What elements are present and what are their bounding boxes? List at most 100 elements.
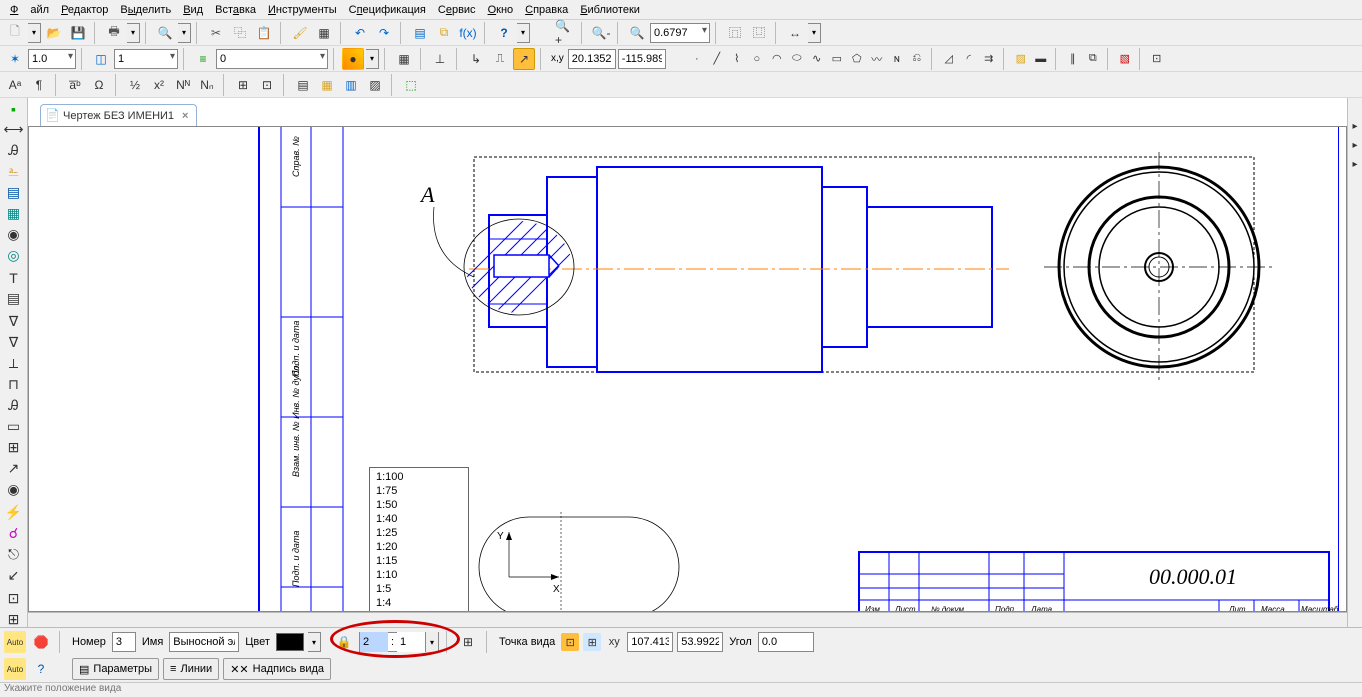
scale-lock-icon[interactable]: 🔒 [333, 631, 355, 653]
geom-aux-icon[interactable]: ⊡ [1148, 50, 1166, 68]
color-swatch-dropdown[interactable]: ▾ [308, 632, 321, 652]
sup-icon[interactable]: x² [148, 74, 170, 96]
lt-b2-icon[interactable]: ☌ [3, 524, 25, 543]
close-tab-icon[interactable]: × [182, 110, 188, 122]
open-icon[interactable]: 📂 [43, 22, 65, 44]
help-dropdown[interactable]: ▾ [517, 23, 530, 43]
geom-rect-icon[interactable]: ▭ [828, 50, 846, 68]
geom-polyline-icon[interactable]: ⌇ [728, 50, 746, 68]
new-dropdown[interactable]: ▾ [28, 23, 41, 43]
geom-equi-icon[interactable]: ∥ [1064, 50, 1082, 68]
lt-geom-icon[interactable]: ▪ [3, 100, 25, 118]
lt-v3-icon[interactable]: ⟂ [3, 354, 25, 373]
new-icon[interactable]: 🗋 [4, 22, 26, 44]
tab-parameters[interactable]: ▤ Параметры [72, 658, 159, 680]
zoom-tool-2-icon[interactable]: ⿶ [748, 22, 770, 44]
ortho-icon[interactable]: ⊥ [429, 48, 451, 70]
insert-1-icon[interactable]: ⊞ [232, 74, 254, 96]
scale-option[interactable]: 1:40 [370, 512, 468, 526]
menu-insert[interactable]: Вставка [209, 2, 262, 18]
geom-offset-icon[interactable]: ⇉ [980, 50, 998, 68]
scale-option[interactable]: 1:4 [370, 596, 468, 610]
lt-measure-icon[interactable]: ◉ [3, 225, 25, 244]
geom-arc-icon[interactable]: ◠ [768, 50, 786, 68]
menu-spec[interactable]: Спецификация [343, 2, 432, 18]
tv-mode2-icon[interactable]: ⊞ [583, 633, 601, 651]
redo-icon[interactable]: ↷ [373, 22, 395, 44]
properties-icon[interactable]: ▦ [313, 22, 335, 44]
geom-collect-icon[interactable]: ⧉ [1084, 50, 1102, 68]
insert-2-icon[interactable]: ⊡ [256, 74, 278, 96]
lt-text-icon[interactable]: ⎁ [3, 162, 25, 181]
geom-spline-icon[interactable]: ∿ [808, 50, 826, 68]
rd-1-icon[interactable]: ▸ [1349, 118, 1362, 134]
geom-fillet-icon[interactable]: ◜ [960, 50, 978, 68]
super-n-icon[interactable]: Nᴺ [172, 74, 194, 96]
ugol-field[interactable] [758, 632, 814, 652]
manager-icon[interactable]: ▤ [409, 22, 431, 44]
geom-ellipse-icon[interactable]: ⬭ [788, 50, 806, 68]
zoom-combo[interactable]: 0.6797 [650, 23, 710, 43]
scale-option[interactable]: 1:10 [370, 568, 468, 582]
spec5-icon[interactable]: ⬚ [400, 74, 422, 96]
imya-field[interactable] [169, 632, 239, 652]
layer-combo[interactable]: 1 [114, 49, 178, 69]
zoom-out-icon[interactable]: 🔍- [590, 22, 612, 44]
lt-sel-icon[interactable]: ◎ [3, 246, 25, 265]
zoom-tool-dropdown[interactable]: ▾ [808, 23, 821, 43]
lt-b1-icon[interactable]: ⚡ [3, 503, 25, 522]
lt-b4-icon[interactable]: ↙ [3, 566, 25, 585]
scale-denominator-field[interactable] [397, 632, 425, 652]
zoom-in-icon[interactable]: 🔍+ [554, 22, 576, 44]
lt-edit-icon[interactable]: ▤ [3, 183, 25, 202]
linetype-combo[interactable]: 0 [216, 49, 328, 69]
menu-tools[interactable]: Инструменты [262, 2, 343, 18]
grid-icon[interactable]: ▦ [393, 48, 415, 70]
save-icon[interactable]: 💾 [67, 22, 89, 44]
coord-y-field[interactable] [618, 49, 666, 69]
scale-dropdown-list[interactable]: 1:1001:751:501:401:251:201:151:101:51:41… [369, 467, 469, 612]
zoom-tool-3-icon[interactable]: ↔ [784, 22, 806, 44]
lt-v8-icon[interactable]: ↗ [3, 459, 25, 478]
over-icon[interactable]: a̅ᵇ [64, 74, 86, 96]
preview-icon[interactable]: 🔍 [154, 22, 176, 44]
geom-bezier-icon[interactable]: 〰 [868, 50, 886, 68]
lt-v6-icon[interactable]: ▭ [3, 417, 25, 436]
lt-b3-icon[interactable]: ⎋ [3, 545, 25, 564]
scale-option[interactable]: 1:100 [370, 470, 468, 484]
lcsys-3-icon[interactable]: ↗ [513, 48, 535, 70]
scale-option[interactable]: 1:50 [370, 498, 468, 512]
geom-hatch-icon[interactable]: ▨ [1012, 50, 1030, 68]
horizontal-scrollbar[interactable] [28, 612, 1347, 627]
lt-c1-icon[interactable]: ⊡ [3, 589, 25, 608]
menu-file[interactable]: Файл [4, 2, 55, 18]
zoom-fit-icon[interactable]: 🔍 [626, 22, 648, 44]
lt-v9-icon[interactable]: ◉ [3, 480, 25, 499]
rd-2-icon[interactable]: ▸ [1349, 137, 1362, 153]
spec1-icon[interactable]: ▤ [292, 74, 314, 96]
scale-option[interactable]: 1:75 [370, 484, 468, 498]
spec4-icon[interactable]: ▨ [364, 74, 386, 96]
lt-dim-icon[interactable]: ⟷ [3, 120, 25, 139]
menu-edit[interactable]: Редактор [55, 2, 114, 18]
linewidth-combo[interactable]: 1.0 [28, 49, 76, 69]
tv-x-field[interactable] [627, 632, 673, 652]
help2-icon[interactable]: ? [30, 658, 52, 680]
scale-option[interactable]: 1:25 [370, 526, 468, 540]
cut-icon[interactable]: ✂ [205, 22, 227, 44]
layer-icon[interactable]: ◫ [90, 48, 112, 70]
menu-window[interactable]: Окно [482, 2, 520, 18]
tv-mode1-icon[interactable]: ⊡ [561, 633, 579, 651]
tab-caption[interactable]: ✕✕ Надпись вида [223, 658, 331, 680]
spec3-icon[interactable]: ▥ [340, 74, 362, 96]
scale-dropdown-btn[interactable]: ▾ [425, 632, 438, 652]
document-tab[interactable]: Чертеж БЕЗ ИМЕНИ1 × [40, 104, 197, 126]
lcsys-2-icon[interactable]: ⎍ [489, 48, 511, 70]
spec2-icon[interactable]: ▦ [316, 74, 338, 96]
lt-v1-icon[interactable]: ∇ [3, 312, 25, 331]
tv-coord-icon[interactable]: xy [605, 633, 623, 651]
menu-help[interactable]: Справка [519, 2, 574, 18]
lt-t1-icon[interactable]: Т [3, 269, 25, 287]
variables-icon[interactable]: ⧉ [433, 22, 455, 44]
lt-v4-icon[interactable]: ⊓ [3, 375, 25, 394]
